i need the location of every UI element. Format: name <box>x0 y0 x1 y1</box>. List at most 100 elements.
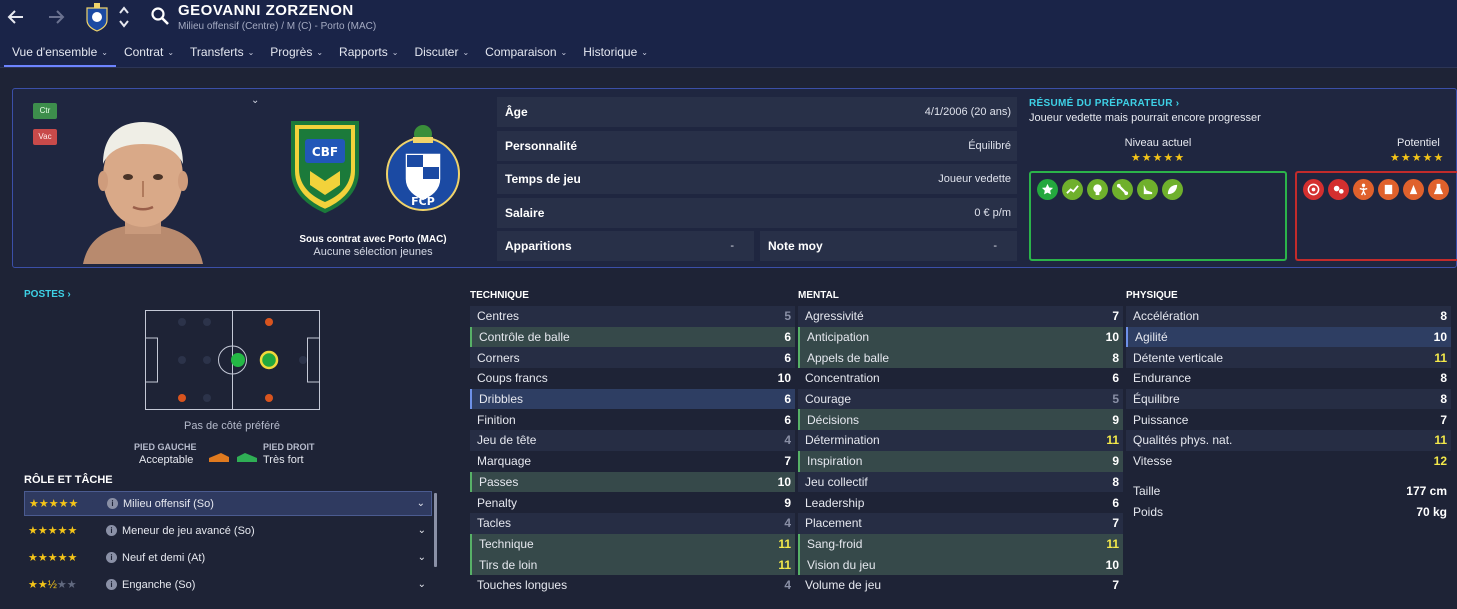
chevron-down-icon[interactable]: ⌄ <box>418 525 426 536</box>
attribute-row[interactable]: Endurance 8 <box>1126 368 1451 389</box>
attribute-name: Centres <box>477 309 520 324</box>
attribute-row[interactable]: Courage 5 <box>798 388 1123 410</box>
chevron-updown-icon[interactable] <box>118 4 130 30</box>
attribute-row[interactable]: Technique 11 <box>470 533 795 555</box>
attribute-row[interactable]: Finition 6 <box>470 409 795 430</box>
attribute-row[interactable]: Agressivité 7 <box>798 306 1123 327</box>
info-icon[interactable]: i <box>106 552 117 563</box>
attribute-value: 6 <box>784 330 791 345</box>
attribute-row[interactable]: Contrôle de balle 6 <box>470 326 795 348</box>
tab-reports[interactable]: Rapports ⌄ <box>331 41 406 67</box>
info-icon[interactable]: i <box>107 498 118 509</box>
info-icon[interactable]: i <box>106 579 117 590</box>
tab-comparison[interactable]: Comparaison ⌄ <box>477 41 575 67</box>
youth-caps: Aucune sélection jeunes <box>313 246 433 258</box>
attribute-row[interactable]: Coups francs 10 <box>470 368 795 389</box>
forward-arrow-icon[interactable] <box>44 6 68 28</box>
attribute-row[interactable]: Volume de jeu 7 <box>798 575 1123 596</box>
salary-label: Salaire <box>505 205 545 220</box>
attribute-row[interactable]: Placement 7 <box>798 512 1123 534</box>
attribute-name: Jeu de tête <box>477 433 537 448</box>
coach-report-link[interactable]: RÉSUMÉ DU PRÉPARATEUR › <box>1029 98 1179 109</box>
chevron-down-icon: ⌄ <box>391 48 399 57</box>
attribute-value: 11 <box>1434 433 1447 448</box>
positions-link[interactable]: POSTES › <box>24 289 71 300</box>
tab-transfers[interactable]: Transferts ⌄ <box>182 41 262 67</box>
physical-title: PHYSIQUE <box>1126 290 1178 301</box>
attribute-row[interactable]: Décisions 9 <box>798 409 1123 431</box>
technical-title: TECHNIQUE <box>470 290 529 301</box>
attribute-row[interactable]: Marquage 7 <box>470 451 795 472</box>
attribute-row[interactable]: Sang-froid 11 <box>798 533 1123 555</box>
attribute-row[interactable]: Anticipation 10 <box>798 326 1123 348</box>
role-item[interactable]: ★★★★★ i Neuf et demi (At) ⌄ <box>24 545 432 570</box>
attribute-row[interactable]: Centres 5 <box>470 306 795 327</box>
document-icon[interactable] <box>1378 179 1399 200</box>
leaf-icon[interactable] <box>1162 179 1183 200</box>
role-item[interactable]: ★★★★★ i Milieu offensif (So) ⌄ <box>24 491 432 516</box>
tab-history[interactable]: Historique ⌄ <box>575 41 656 67</box>
attribute-row[interactable]: Passes 10 <box>470 471 795 493</box>
portrait-menu-chevron-icon[interactable]: ⌄ <box>251 95 259 106</box>
attribute-row[interactable]: Détente verticale 11 <box>1126 347 1451 369</box>
chevron-down-icon[interactable]: ⌄ <box>418 579 426 590</box>
chevron-down-icon: ⌄ <box>641 48 648 57</box>
attribute-row[interactable]: Équilibre 8 <box>1126 388 1451 410</box>
bone-icon[interactable] <box>1112 179 1133 200</box>
tab-overview[interactable]: Vue d'ensemble ⌄ <box>4 41 116 67</box>
attribute-row[interactable]: Touches longues 4 <box>470 575 795 596</box>
trend-icon[interactable] <box>1062 179 1083 200</box>
club-crest-icon[interactable] <box>84 2 110 32</box>
head-icon[interactable] <box>1087 179 1108 200</box>
attribute-row[interactable]: Vision du jeu 10 <box>798 554 1123 575</box>
star-icon[interactable] <box>1037 179 1058 200</box>
attribute-row[interactable]: Tirs de loin 11 <box>470 554 795 575</box>
attribute-row[interactable]: Tacles 4 <box>470 512 795 534</box>
attribute-row[interactable]: Détermination 11 <box>798 430 1123 451</box>
info-icon[interactable]: i <box>106 525 117 536</box>
attribute-row[interactable]: Dribbles 6 <box>470 388 795 410</box>
chevron-down-icon[interactable]: ⌄ <box>418 552 426 563</box>
weight-label: Poids <box>1133 505 1164 520</box>
tab-progress[interactable]: Progrès ⌄ <box>262 41 331 67</box>
tab-contract[interactable]: Contrat ⌄ <box>116 41 182 67</box>
role-rating-stars: ★★★★★ <box>29 498 79 510</box>
attribute-row[interactable]: Accélération 8 <box>1126 306 1451 327</box>
figure-icon[interactable] <box>1353 179 1374 200</box>
attribute-row[interactable]: Corners 6 <box>470 347 795 369</box>
attribute-row[interactable]: Inspiration 9 <box>798 450 1123 472</box>
role-item[interactable]: ★★½★★ i Enganche (So) ⌄ <box>24 572 432 597</box>
role-item[interactable]: ★★★★★ i Meneur de jeu avancé (So) ⌄ <box>24 518 432 543</box>
attribute-value: 4 <box>784 516 791 531</box>
cone-icon[interactable] <box>1403 179 1424 200</box>
chevron-down-icon[interactable]: ⌄ <box>417 498 425 509</box>
target-icon[interactable] <box>1303 179 1324 200</box>
attribute-row[interactable]: Vitesse 12 <box>1126 451 1451 472</box>
role-name: Neuf et demi (At) <box>122 551 206 564</box>
boot-icon[interactable] <box>1137 179 1158 200</box>
tab-discuss[interactable]: Discuter ⌄ <box>406 41 477 67</box>
search-icon[interactable] <box>150 6 170 26</box>
avg-rating-cell: Note moy - <box>760 231 1017 261</box>
attribute-row[interactable]: Jeu collectif 8 <box>798 471 1123 493</box>
attribute-name: Contrôle de balle <box>479 330 570 345</box>
ball-icon[interactable] <box>1328 179 1349 200</box>
tab-bar: Vue d'ensemble ⌄ Contrat ⌄ Transferts ⌄ Pro… <box>4 41 656 67</box>
attribute-name: Agressivité <box>805 309 864 324</box>
attribute-name: Volume de jeu <box>805 578 882 593</box>
tab-label: Discuter <box>414 45 459 59</box>
role-list-scrollbar[interactable] <box>434 493 437 567</box>
attribute-row[interactable]: Penalty 9 <box>470 492 795 513</box>
contract-status: Sous contrat avec Porto (MAC) <box>299 234 447 245</box>
attribute-row[interactable]: Concentration 6 <box>798 368 1123 389</box>
attribute-name: Finition <box>477 412 516 427</box>
attribute-row[interactable]: Leadership 6 <box>798 492 1123 513</box>
attribute-row[interactable]: Appels de balle 8 <box>798 347 1123 369</box>
attribute-row[interactable]: Qualités phys. nat. 11 <box>1126 430 1451 451</box>
attribute-row[interactable]: Agilité 10 <box>1126 326 1451 348</box>
attribute-row[interactable]: Jeu de tête 4 <box>470 430 795 451</box>
attribute-name: Accélération <box>1133 309 1200 324</box>
flask-icon[interactable] <box>1428 179 1449 200</box>
back-arrow-icon[interactable] <box>4 6 28 28</box>
attribute-row[interactable]: Puissance 7 <box>1126 409 1451 430</box>
